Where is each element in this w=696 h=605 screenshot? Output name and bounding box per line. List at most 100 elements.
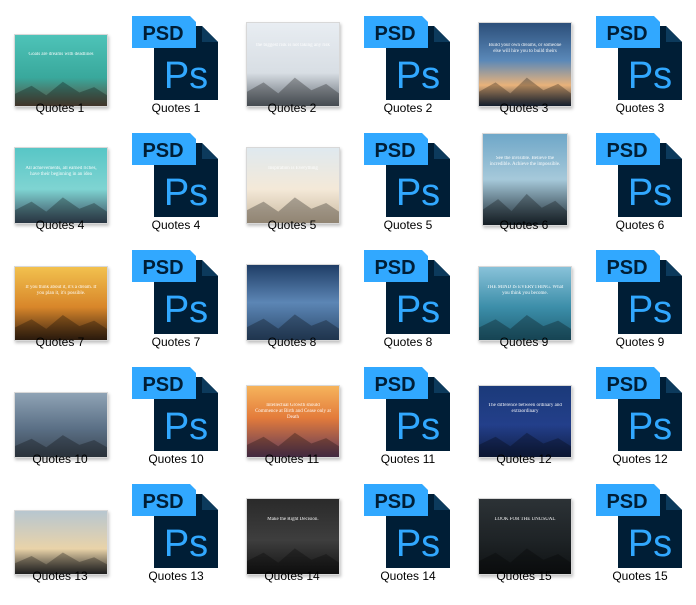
psd-folded-corner bbox=[202, 26, 218, 42]
file-item-image[interactable]: LOOK FOR THE UNUSUAL Quotes 15 bbox=[466, 476, 582, 593]
image-thumbnail-dark-typography: LOOK FOR THE UNUSUAL bbox=[478, 498, 572, 575]
ps-logo-text: Ps bbox=[396, 172, 440, 214]
image-thumbnail-man-arms-sky: See the invisible. Believe the incredibl… bbox=[482, 133, 568, 226]
image-thumbnail-woman-arms: Inspiration is Everything bbox=[246, 147, 340, 224]
file-icon-area: PSD Ps bbox=[118, 476, 234, 570]
file-name-label: Quotes 4 bbox=[151, 218, 201, 232]
image-thumbnail-sea-waves: THE MIND IS EVERYTHING. What you think y… bbox=[478, 266, 572, 341]
psd-badge-text: PSD bbox=[142, 140, 183, 162]
ps-logo-text: Ps bbox=[628, 406, 672, 448]
file-item-psd[interactable]: PSD Ps Quotes 7 bbox=[118, 242, 234, 359]
psd-folded-corner bbox=[434, 377, 450, 393]
file-name-label: Quotes 15 bbox=[612, 569, 668, 583]
thumbnail-quote-text: Make the Right Decision. bbox=[267, 517, 319, 522]
file-icon-area: Inspiration is Everything bbox=[234, 125, 350, 224]
psd-badge-text: PSD bbox=[142, 491, 183, 513]
file-item-image[interactable]: the biggest risk is not taking any risk Q… bbox=[234, 8, 350, 125]
file-icon-area: Intellectual Growth should Commence at B… bbox=[234, 359, 350, 458]
file-item-psd[interactable]: PSD Ps Quotes 12 bbox=[582, 359, 696, 476]
file-name-label: Quotes 15 bbox=[496, 569, 552, 583]
file-item-image[interactable]: Quotes 8 bbox=[234, 242, 350, 359]
psd-folded-corner bbox=[666, 377, 682, 393]
psd-file-icon: PSD Ps bbox=[596, 367, 682, 451]
file-icon-area: LOOK FOR THE UNUSUAL bbox=[466, 476, 582, 575]
psd-file-icon: PSD Ps bbox=[132, 250, 218, 334]
file-name-label: Quotes 13 bbox=[148, 569, 204, 583]
ps-logo-text: Ps bbox=[164, 55, 208, 97]
file-item-image[interactable]: If you think about it, it's a dream. If … bbox=[2, 242, 118, 359]
psd-file-icon: PSD Ps bbox=[364, 133, 450, 217]
psd-file-icon: PSD Ps bbox=[132, 367, 218, 451]
file-item-image[interactable]: The difference between ordinary and extr… bbox=[466, 359, 582, 476]
file-item-psd[interactable]: PSD Ps Quotes 8 bbox=[350, 242, 466, 359]
file-icon-area: If you think about it, it's a dream. If … bbox=[2, 242, 118, 341]
ps-logo-text: Ps bbox=[628, 172, 672, 214]
file-icon-area: The difference between ordinary and extr… bbox=[466, 359, 582, 458]
psd-file-icon: PSD Ps bbox=[596, 133, 682, 217]
file-icon-area bbox=[234, 242, 350, 341]
image-thumbnail-team-silhouette bbox=[14, 510, 108, 575]
file-name-label: Quotes 9 bbox=[499, 335, 549, 349]
psd-badge-text: PSD bbox=[606, 257, 647, 279]
psd-badge-text: PSD bbox=[374, 140, 415, 162]
psd-badge-text: PSD bbox=[142, 23, 183, 45]
thumbnail-quote-text: See the invisible. Believe the incredibl… bbox=[489, 155, 561, 167]
file-name-label: Quotes 10 bbox=[148, 452, 204, 466]
file-item-image[interactable]: Build your own dreams, or someone else w… bbox=[466, 8, 582, 125]
psd-file-icon: PSD Ps bbox=[132, 133, 218, 217]
file-name-label: Quotes 5 bbox=[267, 218, 317, 232]
ps-logo-text: Ps bbox=[164, 523, 208, 565]
file-item-image[interactable]: Quotes 10 bbox=[2, 359, 118, 476]
psd-folded-corner bbox=[434, 260, 450, 276]
psd-file-icon: PSD Ps bbox=[596, 250, 682, 334]
file-item-image[interactable]: Goals are dreams with deadlines Quotes 1 bbox=[2, 8, 118, 125]
file-item-image[interactable]: Make the Right Decision. Quotes 14 bbox=[234, 476, 350, 593]
thumbnail-quote-text: All achievements, all earned riches, hav… bbox=[25, 166, 97, 177]
file-item-psd[interactable]: PSD Ps Quotes 4 bbox=[118, 125, 234, 242]
file-item-psd[interactable]: PSD Ps Quotes 15 bbox=[582, 476, 696, 593]
file-name-label: Quotes 2 bbox=[383, 101, 433, 115]
ps-logo-text: Ps bbox=[164, 289, 208, 331]
file-name-label: Quotes 2 bbox=[267, 101, 317, 115]
file-item-psd[interactable]: PSD Ps Quotes 5 bbox=[350, 125, 466, 242]
file-item-image[interactable]: All achievements, all earned riches, hav… bbox=[2, 125, 118, 242]
image-thumbnail-golden-sunset: If you think about it, it's a dream. If … bbox=[14, 266, 108, 341]
file-item-psd[interactable]: PSD Ps Quotes 10 bbox=[118, 359, 234, 476]
file-name-label: Quotes 1 bbox=[35, 101, 85, 115]
file-name-label: Quotes 5 bbox=[383, 218, 433, 232]
file-item-psd[interactable]: PSD Ps Quotes 11 bbox=[350, 359, 466, 476]
file-item-psd[interactable]: PSD Ps Quotes 1 bbox=[118, 8, 234, 125]
file-item-psd[interactable]: PSD Ps Quotes 13 bbox=[118, 476, 234, 593]
ps-logo-text: Ps bbox=[628, 289, 672, 331]
thumbnail-quote-text: The difference between ordinary and extr… bbox=[488, 403, 562, 415]
image-thumbnail-blue-man: The difference between ordinary and extr… bbox=[478, 385, 572, 458]
file-item-psd[interactable]: PSD Ps Quotes 2 bbox=[350, 8, 466, 125]
psd-folded-corner bbox=[202, 260, 218, 276]
file-item-image[interactable]: Inspiration is Everything Quotes 5 bbox=[234, 125, 350, 242]
psd-badge-text: PSD bbox=[374, 374, 415, 396]
psd-file-icon: PSD Ps bbox=[596, 484, 682, 568]
file-item-psd[interactable]: PSD Ps Quotes 3 bbox=[582, 8, 696, 125]
file-icon-area: Make the Right Decision. bbox=[234, 476, 350, 575]
image-thumbnail-road bbox=[14, 392, 108, 458]
psd-badge-text: PSD bbox=[606, 23, 647, 45]
file-name-label: Quotes 9 bbox=[615, 335, 665, 349]
psd-folded-corner bbox=[666, 260, 682, 276]
file-name-label: Quotes 11 bbox=[264, 452, 320, 466]
file-item-psd[interactable]: PSD Ps Quotes 6 bbox=[582, 125, 696, 242]
file-item-image[interactable]: Quotes 13 bbox=[2, 476, 118, 593]
file-name-label: Quotes 7 bbox=[35, 335, 85, 349]
file-item-image[interactable]: Intellectual Growth should Commence at B… bbox=[234, 359, 350, 476]
psd-file-icon: PSD Ps bbox=[132, 484, 218, 568]
file-icon-area: PSD Ps bbox=[118, 359, 234, 453]
file-item-psd[interactable]: PSD Ps Quotes 9 bbox=[582, 242, 696, 359]
file-item-psd[interactable]: PSD Ps Quotes 14 bbox=[350, 476, 466, 593]
file-name-label: Quotes 11 bbox=[380, 452, 436, 466]
file-name-label: Quotes 6 bbox=[499, 218, 549, 232]
psd-file-icon: PSD Ps bbox=[364, 484, 450, 568]
psd-file-icon: PSD Ps bbox=[596, 16, 682, 100]
file-icon-area: PSD Ps bbox=[350, 8, 466, 102]
file-name-label: Quotes 3 bbox=[615, 101, 665, 115]
file-item-image[interactable]: See the invisible. Believe the incredibl… bbox=[466, 125, 582, 242]
file-item-image[interactable]: THE MIND IS EVERYTHING. What you think y… bbox=[466, 242, 582, 359]
